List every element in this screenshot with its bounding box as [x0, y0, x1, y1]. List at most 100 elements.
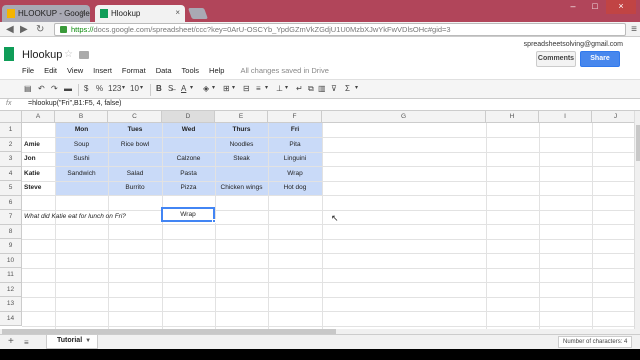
row-header-8[interactable]: 8 [0, 224, 22, 239]
fill-color-icon[interactable]: ◈ [203, 84, 209, 93]
menu-help[interactable]: Help [209, 66, 224, 75]
chevron-down-icon[interactable]: ▾ [232, 84, 235, 91]
row-header-5[interactable]: 5 [0, 181, 22, 196]
sheet-tab-tutorial[interactable]: Tutorial ▼ [46, 335, 98, 349]
cell-b3[interactable]: Sushi [55, 152, 108, 167]
column-header-e[interactable]: E [215, 111, 268, 123]
menu-edit[interactable]: Edit [44, 66, 57, 75]
chevron-down-icon[interactable]: ▾ [265, 84, 268, 91]
column-header-a[interactable]: A [22, 111, 55, 123]
row-header-2[interactable]: 2 [0, 137, 22, 152]
row-header-12[interactable]: 12 [0, 282, 22, 297]
vertical-align-icon[interactable]: ⊥ [276, 84, 283, 93]
menu-format[interactable]: Format [122, 66, 146, 75]
reload-icon[interactable]: ↻ [36, 24, 44, 35]
borders-icon[interactable]: ⊞ [223, 84, 230, 93]
chevron-down-icon[interactable]: ▾ [355, 84, 358, 91]
currency-format-button[interactable]: $ [84, 84, 88, 93]
insert-link-icon[interactable]: ⧉ [308, 84, 314, 94]
row-header-1[interactable]: 1 [0, 123, 22, 138]
window-close-icon[interactable]: × [606, 0, 636, 14]
cell-c5[interactable]: Burrito [108, 181, 162, 196]
bold-button[interactable]: B [156, 84, 162, 93]
text-color-button[interactable]: A [181, 84, 186, 93]
sheet-list-icon[interactable]: ≡ [24, 338, 29, 347]
cell-e1[interactable]: Thurs [215, 123, 268, 138]
cell-a5[interactable]: Steve [24, 181, 55, 196]
font-size-dropdown[interactable]: 10 [130, 84, 139, 93]
menu-insert[interactable]: Insert [93, 66, 112, 75]
chevron-down-icon[interactable]: ▾ [190, 84, 193, 91]
menu-tools[interactable]: Tools [182, 66, 200, 75]
cell-a3[interactable]: Jon [24, 152, 55, 167]
new-tab-button[interactable] [187, 8, 209, 19]
formula-input[interactable]: =hlookup("Fri",B1:F5, 4, false) [28, 100, 121, 107]
row-header-6[interactable]: 6 [0, 195, 22, 210]
chevron-down-icon[interactable]: ▼ [85, 338, 91, 344]
column-header-g[interactable]: G [322, 111, 486, 123]
account-email[interactable]: spreadsheetsolving@gmail.com [524, 41, 623, 48]
active-cell-d7[interactable]: Wrap [161, 207, 216, 223]
column-header-d[interactable]: D [162, 111, 215, 123]
cell-d4[interactable]: Pasta [162, 167, 215, 182]
row-header-9[interactable]: 9 [0, 239, 22, 254]
browser-tab-drive[interactable]: HLOOKUP - Google Drive × [2, 5, 90, 22]
cell-a7[interactable]: What did Katie eat for lunch on Fri? [24, 210, 162, 225]
star-icon[interactable]: ☆ [64, 49, 73, 60]
close-icon[interactable]: × [80, 8, 85, 17]
cell-f4[interactable]: Wrap [268, 167, 322, 182]
percent-format-button[interactable]: % [96, 84, 103, 93]
fill-handle[interactable] [212, 219, 216, 223]
cell-f5[interactable]: Hot dog [268, 181, 322, 196]
column-header-i[interactable]: I [539, 111, 592, 123]
minimize-icon[interactable]: – [562, 0, 584, 14]
share-button[interactable]: Share [580, 51, 620, 67]
column-header-h[interactable]: H [486, 111, 539, 123]
align-left-icon[interactable]: ≡ [256, 84, 261, 93]
wrap-text-icon[interactable]: ↵ [296, 84, 303, 93]
chevron-down-icon[interactable]: ▾ [212, 84, 215, 91]
cell-c1[interactable]: Tues [108, 123, 162, 138]
vertical-scrollbar[interactable] [634, 111, 640, 329]
menu-data[interactable]: Data [156, 66, 172, 75]
menu-file[interactable]: File [22, 66, 34, 75]
cell-f3[interactable]: Linguini [268, 152, 322, 167]
row-header-3[interactable]: 3 [0, 152, 22, 167]
browser-menu-icon[interactable]: ≡ [631, 24, 637, 35]
close-icon[interactable]: × [175, 8, 180, 17]
menu-view[interactable]: View [67, 66, 83, 75]
row-header-13[interactable]: 13 [0, 297, 22, 312]
character-count[interactable]: Number of characters: 4 [558, 336, 632, 348]
cell-b4[interactable]: Sandwich [55, 167, 108, 182]
cell-f1[interactable]: Fri [268, 123, 322, 138]
cell-a4[interactable]: Katie [24, 167, 55, 182]
back-icon[interactable]: ◀ [6, 24, 14, 35]
cell-c2[interactable]: Rice bowl [108, 138, 162, 153]
column-header-c[interactable]: C [108, 111, 162, 123]
column-header-j[interactable]: J [592, 111, 640, 123]
row-header-10[interactable]: 10 [0, 253, 22, 268]
cell-d1[interactable]: Wed [162, 123, 215, 138]
paint-format-icon[interactable]: ▬ [64, 84, 72, 93]
cell-e2[interactable]: Noodles [215, 138, 268, 153]
print-icon[interactable]: ▤ [24, 84, 32, 93]
number-format-dropdown[interactable]: 123 [108, 84, 121, 93]
forward-icon[interactable]: ▶ [20, 24, 28, 35]
cell-a2[interactable]: Amie [24, 138, 55, 153]
scrollbar-thumb[interactable] [636, 125, 640, 161]
cell-b1[interactable]: Mon [55, 123, 108, 138]
spreadsheet-grid[interactable]: A B C D E F G H I J 1 2 3 4 5 6 7 8 9 10… [0, 111, 640, 329]
select-all-corner[interactable] [0, 111, 22, 123]
row-header-4[interactable]: 4 [0, 166, 22, 181]
column-header-b[interactable]: B [55, 111, 108, 123]
row-header-7[interactable]: 7 [0, 210, 22, 225]
cell-c4[interactable]: Salad [108, 167, 162, 182]
redo-icon[interactable]: ↷ [51, 84, 58, 93]
insert-chart-icon[interactable]: ▥ [318, 84, 326, 93]
cell-e5[interactable]: Chicken wings [215, 181, 268, 196]
row-header-11[interactable]: 11 [0, 268, 22, 283]
cell-e3[interactable]: Steak [215, 152, 268, 167]
cell-d3[interactable]: Calzone [162, 152, 215, 167]
merge-cells-icon[interactable]: ⊟ [243, 84, 250, 93]
doc-title[interactable]: Hlookup [22, 49, 62, 61]
